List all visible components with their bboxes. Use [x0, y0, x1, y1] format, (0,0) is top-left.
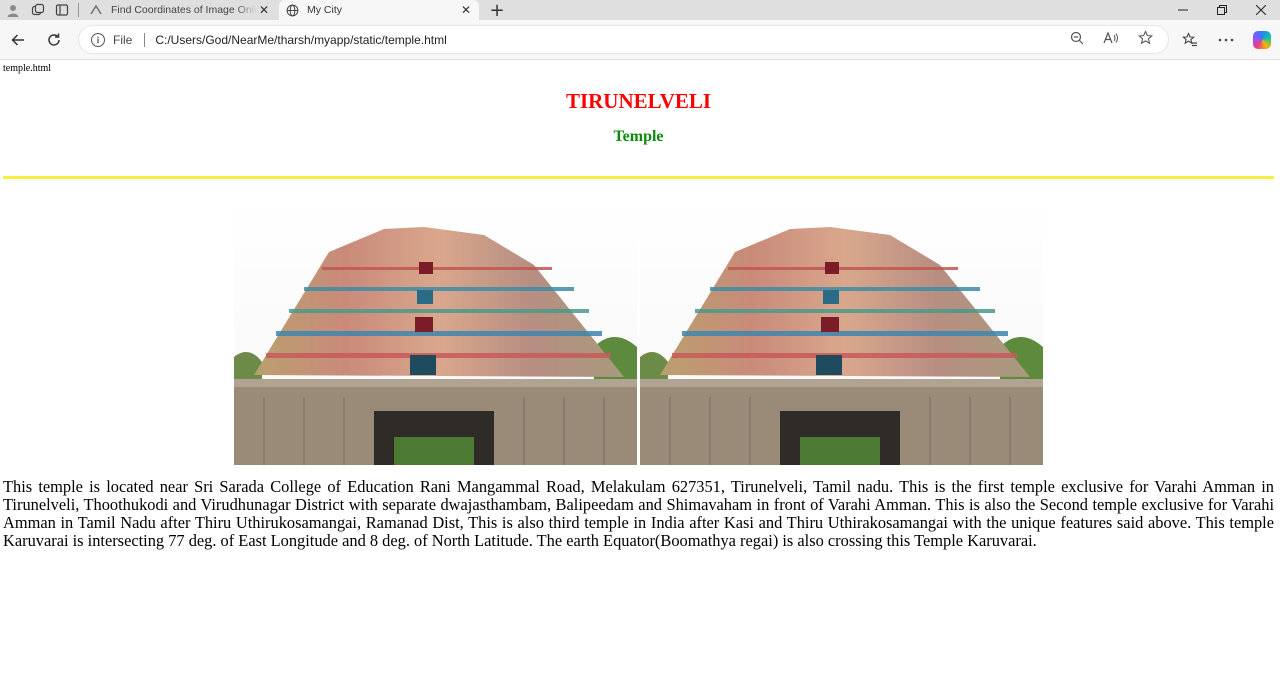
- new-tab-button[interactable]: +: [483, 0, 511, 21]
- read-aloud-icon[interactable]: [1094, 30, 1128, 49]
- browser-toolbar: i File C:/Users/God/NearMe/tharsh/myapp/…: [0, 20, 1280, 60]
- temple-image-icon: [234, 197, 637, 465]
- minimize-button[interactable]: [1163, 0, 1202, 20]
- page-title: TIRUNELVELI: [565, 89, 712, 113]
- copilot-icon[interactable]: [1244, 24, 1280, 56]
- restore-button[interactable]: [1202, 0, 1241, 20]
- scheme-label: File: [113, 32, 133, 47]
- filename-label: temple.html: [3, 63, 52, 74]
- tab-separator: [78, 3, 79, 17]
- temple-description: This temple is located near Sri Sarada C…: [3, 477, 1274, 550]
- refresh-button[interactable]: [36, 24, 72, 56]
- vertical-tabs-icon[interactable]: [50, 0, 74, 20]
- yellow-divider: [3, 176, 1274, 179]
- url-text[interactable]: C:/Users/God/NearMe/tharsh/myapp/static/…: [155, 33, 446, 47]
- tab-favicon-icon: [89, 3, 103, 17]
- temple-gopuram-image-2: [640, 197, 1043, 465]
- page-content: temple.html TIRUNELVELI Temple This temp…: [0, 60, 1280, 681]
- temple-image-icon: [640, 197, 1043, 465]
- tab-strip: Find Coordinates of Image Online ✕ My Ci…: [0, 0, 1280, 21]
- back-button[interactable]: [0, 24, 36, 56]
- more-options-icon[interactable]: [1208, 24, 1244, 56]
- page-subtitle: Temple: [613, 128, 664, 145]
- site-info-icon[interactable]: i: [91, 32, 105, 47]
- globe-icon: [285, 3, 299, 17]
- address-bar[interactable]: i File C:/Users/God/NearMe/tharsh/myapp/…: [78, 25, 1169, 54]
- tab-close-icon[interactable]: ✕: [257, 3, 271, 17]
- close-window-button[interactable]: [1241, 0, 1280, 20]
- window-controls: [1163, 0, 1280, 20]
- tab-title: Find Coordinates of Image Online: [111, 4, 257, 16]
- favorites-icon[interactable]: [1172, 24, 1208, 56]
- zoom-out-icon[interactable]: [1060, 31, 1094, 49]
- workspaces-icon[interactable]: [26, 0, 50, 20]
- address-divider: [144, 32, 146, 47]
- tab-my-city[interactable]: My City ✕: [279, 0, 479, 20]
- tab-title: My City: [307, 4, 342, 16]
- favorite-star-icon[interactable]: [1128, 30, 1162, 49]
- profile-icon[interactable]: [0, 0, 26, 20]
- tab-close-icon[interactable]: ✕: [459, 3, 473, 17]
- temple-gopuram-image-1: [234, 197, 637, 465]
- tab-find-coordinates[interactable]: Find Coordinates of Image Online ✕: [83, 0, 277, 20]
